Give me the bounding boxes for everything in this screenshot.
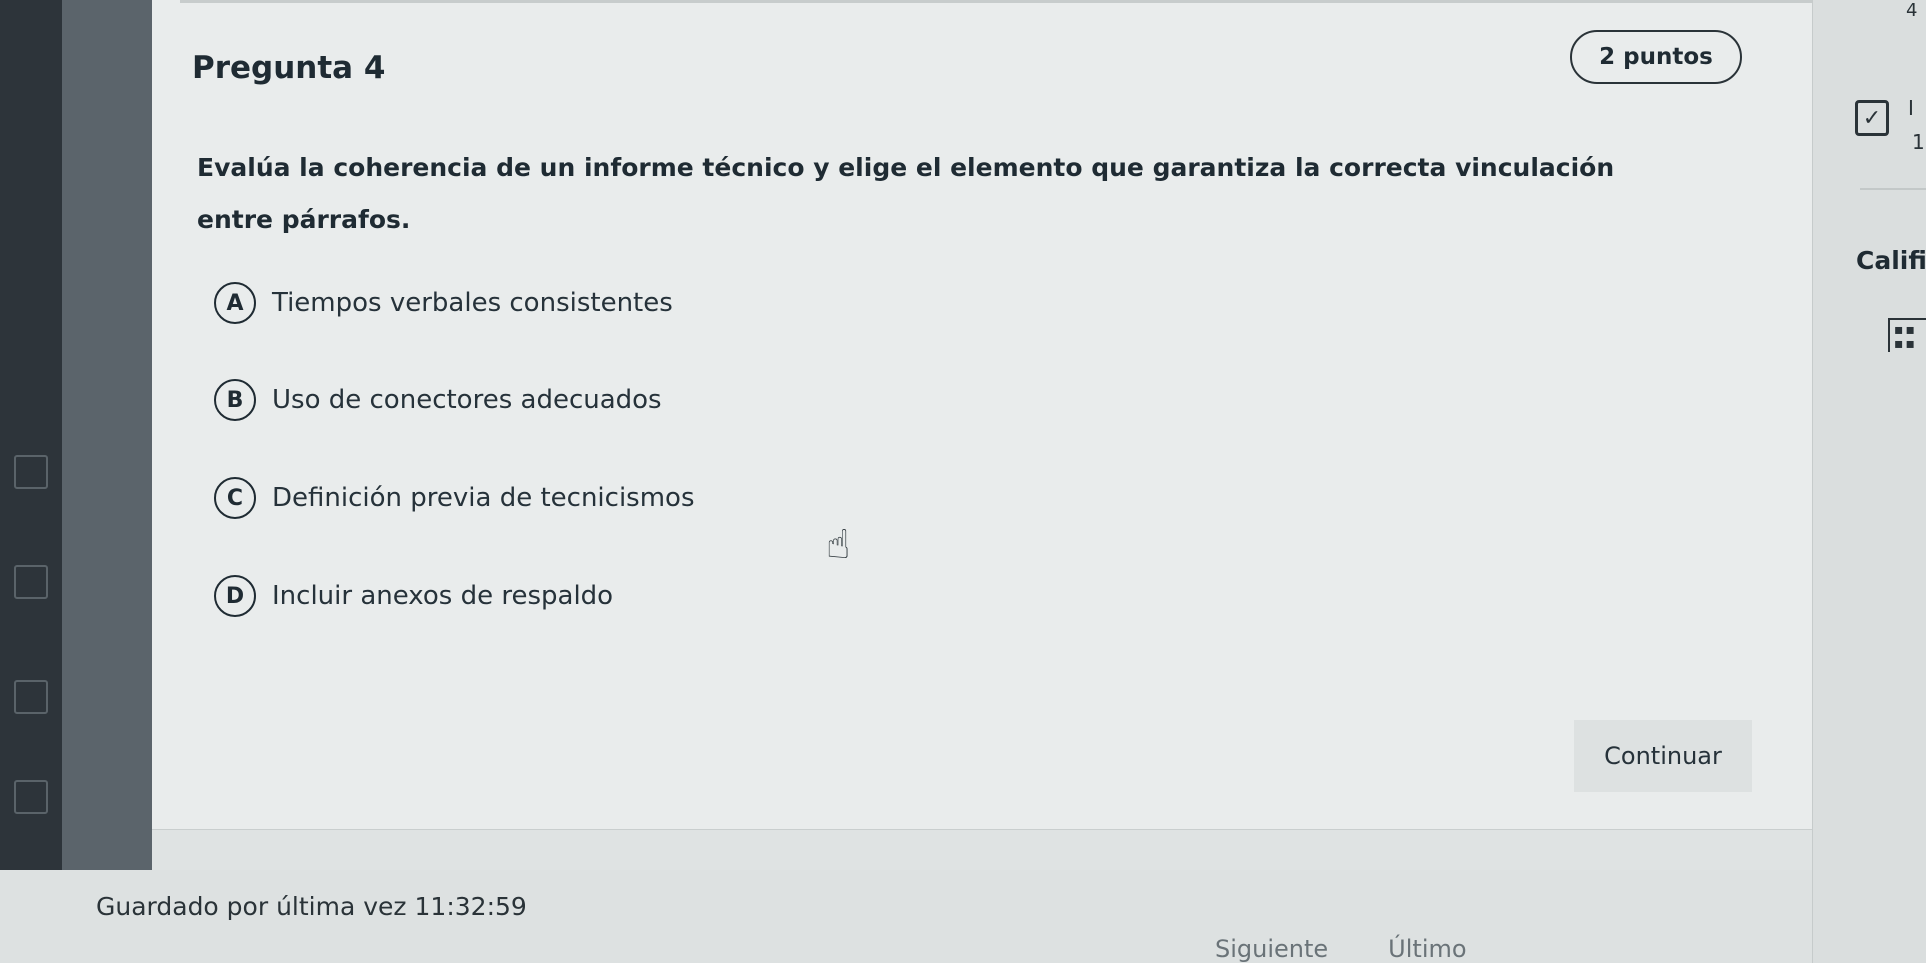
last-link[interactable]: Último — [1388, 935, 1466, 963]
question-prompt: Evalúa la coherencia de un informe técni… — [197, 153, 1615, 234]
right-divider — [1860, 188, 1926, 190]
sidebar-arrow-icon[interactable] — [14, 680, 48, 714]
top-number: 4 — [1906, 0, 1918, 21]
question-title: Pregunta 4 — [192, 50, 386, 86]
grade-label: Califi — [1856, 246, 1926, 275]
option-letter: B — [214, 379, 256, 421]
grid-icon[interactable]: ▪▪ ▪▪ — [1888, 318, 1926, 352]
points-badge: 2 puntos — [1570, 30, 1742, 84]
option-a[interactable]: A Tiempos verbales consistentes — [214, 280, 974, 326]
card-top-divider — [180, 0, 1830, 3]
saved-time: 11:32:59 — [414, 892, 527, 921]
left-gutter — [62, 0, 152, 870]
last-saved-status: Guardado por última vez 11:32:59 — [96, 892, 527, 921]
continue-button[interactable]: Continuar — [1574, 720, 1752, 792]
next-link[interactable]: Siguiente — [1215, 935, 1328, 963]
right-panel — [1812, 0, 1926, 963]
checkbox-checked-icon[interactable]: ✓ — [1855, 100, 1889, 136]
side-number-2: 1 — [1912, 130, 1925, 154]
option-b[interactable]: B Uso de conectores adecuados — [214, 377, 974, 423]
saved-label: Guardado por última vez — [96, 892, 407, 921]
sidebar-list-icon[interactable] — [14, 780, 48, 814]
option-label: Incluir anexos de respaldo — [272, 581, 614, 611]
bottom-navigation: Siguiente Último — [1215, 935, 1467, 963]
left-sidebar — [0, 0, 62, 963]
option-label: Uso de conectores adecuados — [272, 385, 662, 415]
option-label: Tiempos verbales consistentes — [272, 288, 673, 318]
sidebar-doc-icon[interactable] — [14, 455, 48, 489]
hand-pointer-cursor-icon: ☝ — [826, 522, 851, 568]
sidebar-grid-icon[interactable] — [14, 565, 48, 599]
option-letter: A — [214, 282, 256, 324]
option-letter: D — [214, 575, 256, 617]
option-c[interactable]: C Definición previa de tecnicismos — [214, 475, 974, 521]
option-label: Definición previa de tecnicismos — [272, 483, 695, 513]
option-letter: C — [214, 477, 256, 519]
side-number-1: I — [1908, 96, 1914, 120]
option-d[interactable]: D Incluir anexos de respaldo — [214, 573, 974, 619]
